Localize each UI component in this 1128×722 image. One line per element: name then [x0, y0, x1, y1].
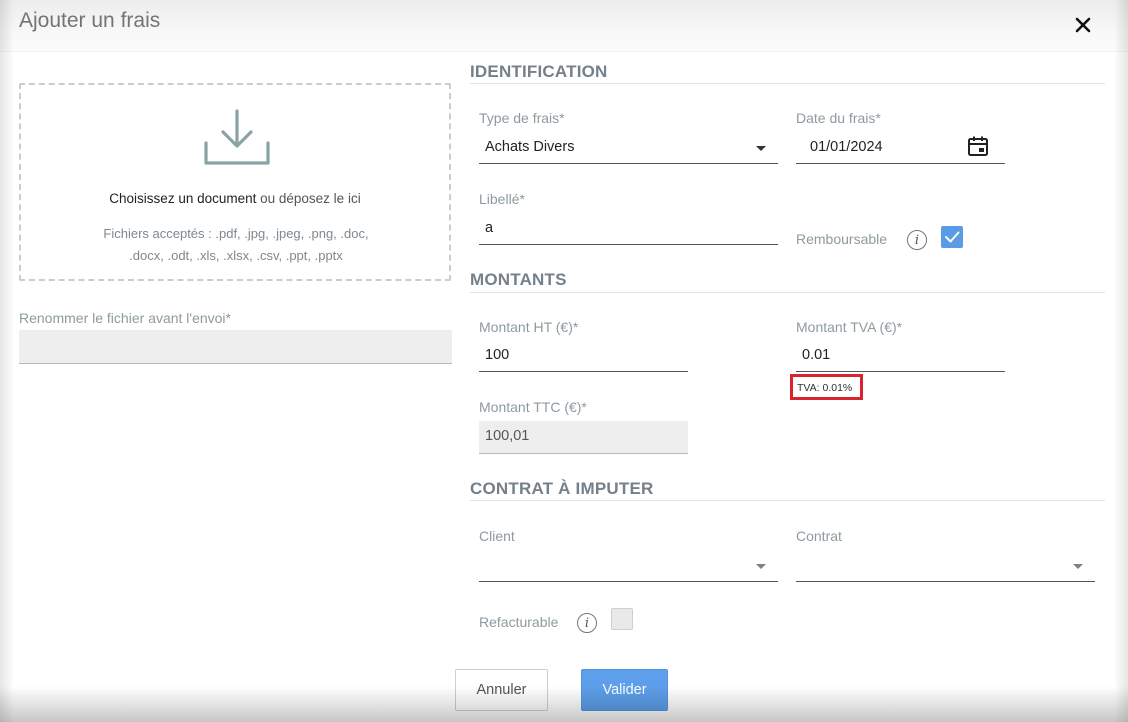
- close-button[interactable]: [1070, 12, 1096, 38]
- rename-file-label: Renommer le fichier avant l'envoi*: [19, 310, 231, 326]
- amount-ht-label: Montant HT (€)*: [479, 319, 579, 335]
- download-icon: [204, 109, 270, 165]
- dialog-title: Ajouter un frais: [19, 9, 161, 32]
- section-divider: [470, 83, 1105, 84]
- expense-type-label: Type de frais*: [479, 110, 565, 126]
- dropzone-instruction: Choisissez un document ou déposez le ici: [109, 191, 361, 206]
- checkmark-icon: [945, 231, 960, 243]
- close-icon: [1075, 17, 1091, 33]
- choose-document-link[interactable]: Choisissez un document: [109, 191, 256, 206]
- dialog-header: Ajouter un frais: [0, 0, 1128, 52]
- amount-ttc-label: Montant TTC (€)*: [479, 399, 587, 415]
- right-shadow: [1114, 0, 1128, 722]
- client-select[interactable]: [479, 550, 778, 582]
- rename-file-input[interactable]: [19, 330, 452, 364]
- section-divider: [470, 292, 1105, 293]
- submit-button[interactable]: Valider: [581, 669, 668, 711]
- chevron-down-icon: [756, 564, 766, 569]
- expense-type-select[interactable]: Achats Divers: [479, 132, 778, 164]
- info-icon[interactable]: i: [907, 230, 927, 250]
- amount-ht-input[interactable]: 100: [479, 340, 688, 372]
- libelle-input[interactable]: a: [479, 213, 778, 245]
- refacturable-label: Refacturable: [479, 614, 559, 630]
- libelle-label: Libellé*: [479, 191, 525, 207]
- remboursable-checkbox[interactable]: [941, 226, 963, 248]
- remboursable-label: Remboursable: [796, 231, 888, 247]
- chevron-down-icon: [756, 146, 766, 151]
- contrat-label: Contrat: [796, 528, 842, 544]
- calendar-icon[interactable]: [967, 135, 989, 157]
- refacturable-checkbox[interactable]: [611, 608, 633, 630]
- section-contrat-title: CONTRAT À IMPUTER: [470, 479, 654, 498]
- client-label: Client: [479, 528, 515, 544]
- amount-tva-input[interactable]: 0.01: [796, 340, 1005, 372]
- amount-tva-label: Montant TVA (€)*: [796, 319, 903, 335]
- file-dropzone[interactable]: Choisissez un document ou déposez le ici…: [19, 83, 451, 281]
- amount-ttc-input: 100,01: [479, 421, 688, 454]
- info-icon[interactable]: i: [577, 613, 597, 633]
- cancel-button[interactable]: Annuler: [455, 669, 548, 711]
- section-identification-title: IDENTIFICATION: [470, 62, 608, 81]
- accepted-file-types: Fichiers acceptés : .pdf, .jpg, .jpeg, .…: [103, 226, 369, 263]
- chevron-down-icon: [1073, 564, 1083, 569]
- expense-date-input[interactable]: 01/01/2024: [796, 132, 1005, 164]
- section-divider: [470, 500, 1105, 501]
- left-shadow: [0, 0, 14, 722]
- section-montants-title: MONTANTS: [470, 270, 567, 289]
- expense-date-label: Date du frais*: [796, 110, 881, 126]
- bottom-shadow: [0, 686, 1128, 722]
- tva-rate-hint: TVA: 0.01%: [790, 374, 863, 400]
- contrat-select[interactable]: [796, 550, 1095, 582]
